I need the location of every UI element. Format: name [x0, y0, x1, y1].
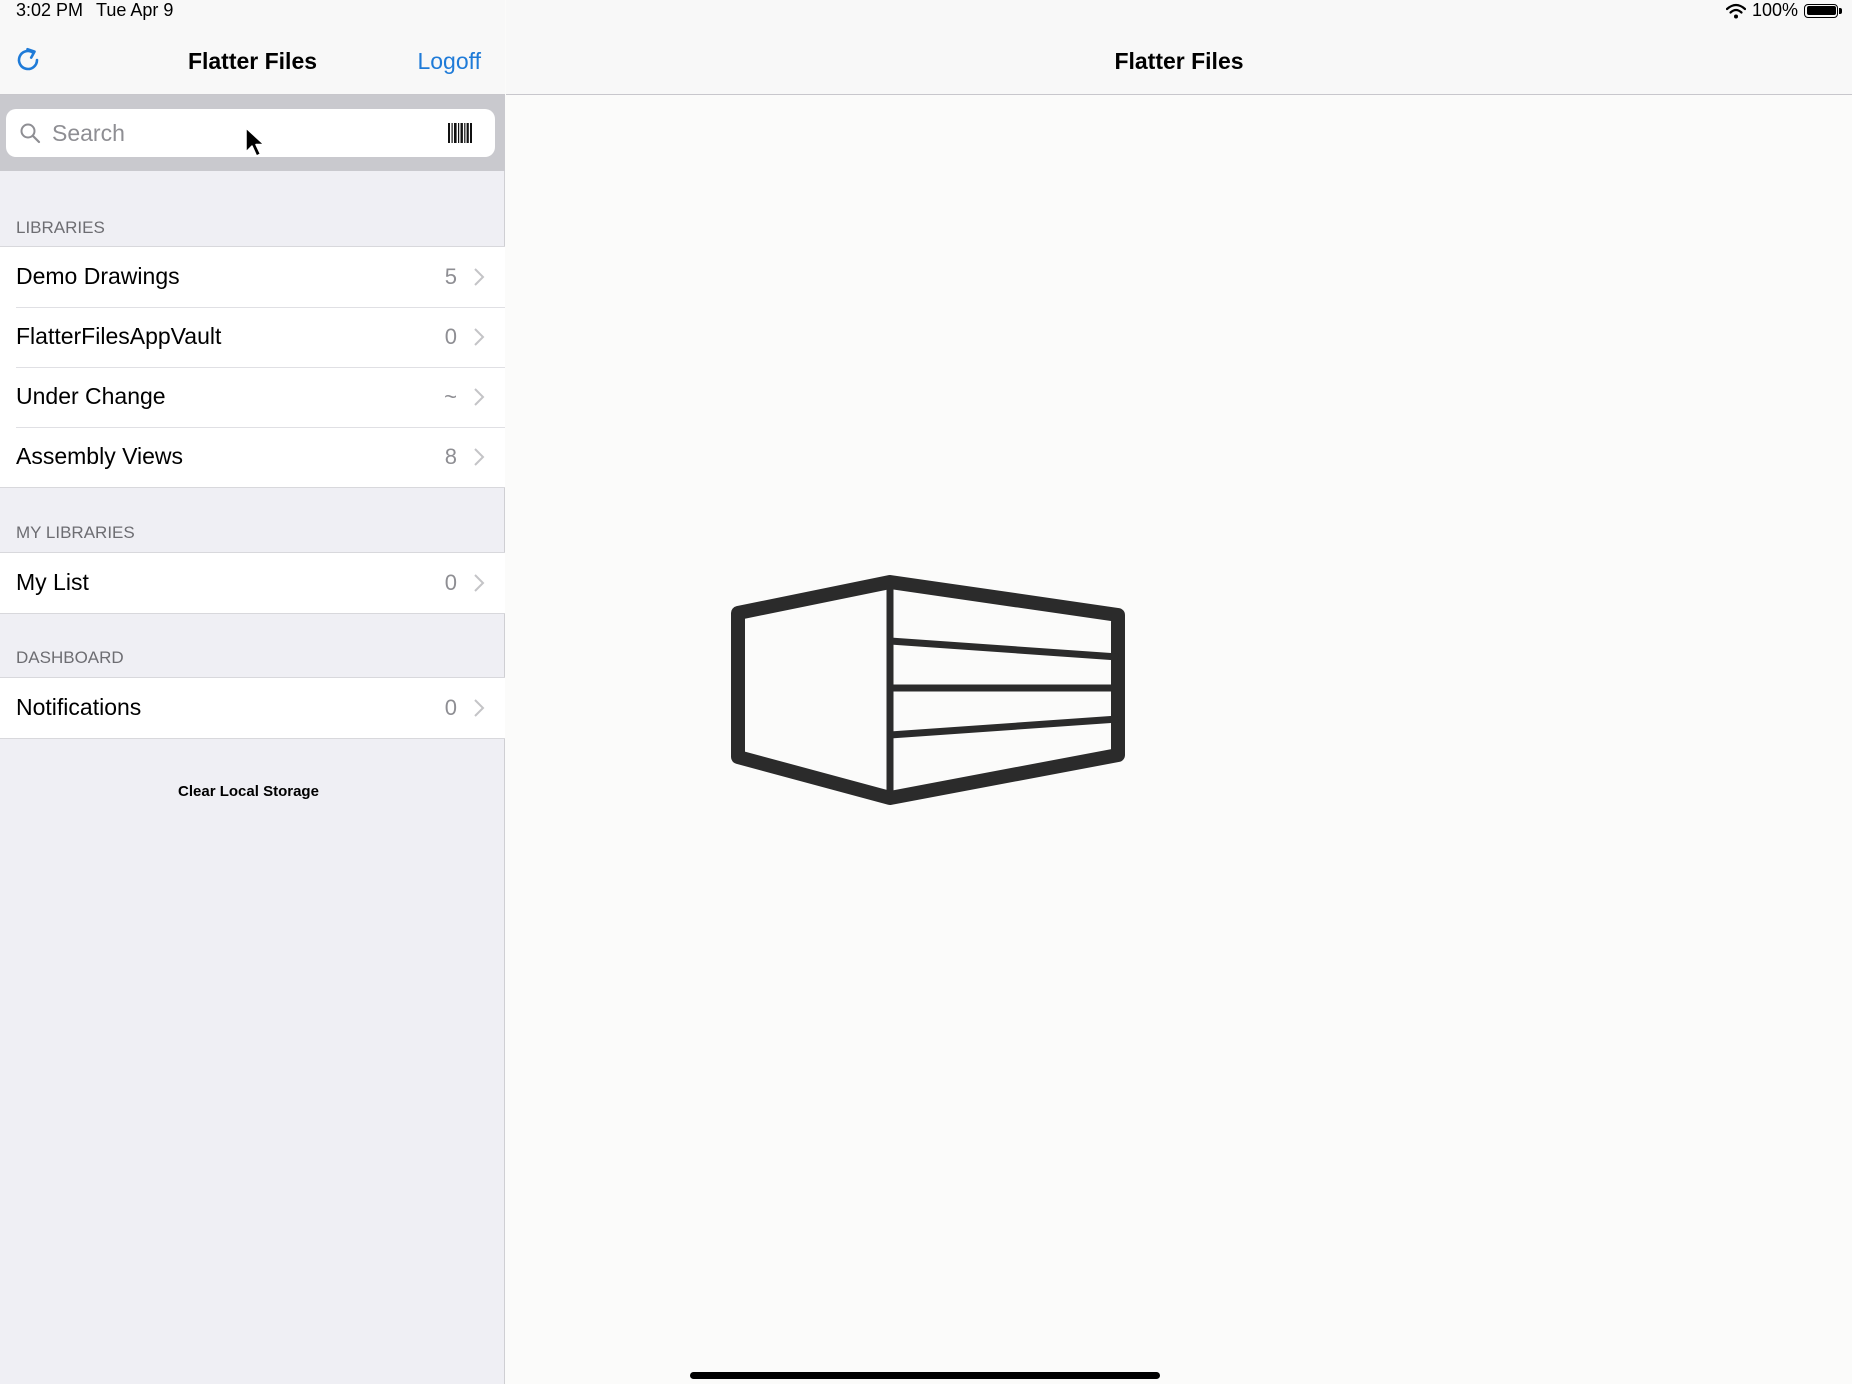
list-item-label: Under Change	[16, 383, 166, 409]
chevron-right-icon	[474, 388, 485, 406]
list-item-count: 8	[444, 444, 457, 469]
search-icon	[20, 123, 41, 144]
status-date: Tue Apr 9	[96, 0, 174, 20]
clear-local-storage-button[interactable]: Clear Local Storage	[0, 783, 497, 800]
mouse-cursor-icon	[245, 127, 265, 157]
status-indicators: 100%	[1725, 0, 1842, 21]
chevron-right-icon	[474, 328, 485, 346]
section-header-dashboard: DASHBOARD	[16, 648, 124, 667]
libraries-list: Demo Drawings 5 FlatterFilesAppVault 0 U…	[0, 246, 505, 488]
list-item-my-list[interactable]: My List 0	[0, 553, 505, 613]
status-bar: 3:02 PM Tue Apr 9 100%	[0, 0, 1852, 22]
wifi-icon	[1725, 3, 1746, 18]
chevron-right-icon	[474, 268, 485, 286]
master-pane: Flatter Files Logoff LIBRARIES	[0, 0, 505, 1384]
list-item-demo-drawings[interactable]: Demo Drawings 5	[0, 247, 505, 307]
chevron-right-icon	[474, 448, 485, 466]
section-header-my-libraries: MY LIBRARIES	[16, 523, 135, 542]
list-item-label: Demo Drawings	[16, 263, 180, 289]
list-item-label: FlatterFilesAppVault	[16, 323, 222, 349]
list-item-under-change[interactable]: Under Change ~	[0, 367, 505, 427]
home-indicator[interactable]	[690, 1372, 1160, 1379]
section-header-libraries: LIBRARIES	[16, 218, 105, 237]
list-item-notifications[interactable]: Notifications 0	[0, 678, 505, 738]
list-item-assembly-views[interactable]: Assembly Views 8	[0, 427, 505, 487]
dashboard-list: Notifications 0	[0, 677, 505, 739]
flatter-files-logo	[731, 575, 1125, 805]
chevron-right-icon	[474, 699, 485, 717]
list-item-count: ~	[444, 384, 457, 409]
list-item-count: 0	[444, 570, 457, 595]
list-item-count: 0	[444, 695, 457, 720]
logoff-button[interactable]: Logoff	[417, 48, 481, 75]
list-item-count: 5	[444, 264, 457, 289]
list-item-flatterfilesappvault[interactable]: FlatterFilesAppVault 0	[0, 307, 505, 367]
my-libraries-list: My List 0	[0, 552, 505, 614]
status-time: 3:02 PM	[16, 0, 84, 20]
list-item-label: My List	[16, 569, 89, 595]
list-item-label: Notifications	[16, 694, 142, 720]
list-item-count: 0	[444, 324, 457, 349]
battery-percent: 100%	[1751, 0, 1798, 20]
list-item-label: Assembly Views	[16, 443, 184, 469]
chevron-right-icon	[474, 574, 485, 592]
search-input[interactable]	[50, 117, 430, 149]
battery-icon	[1804, 3, 1842, 18]
barcode-icon[interactable]	[447, 122, 473, 144]
detail-title: Flatter Files	[1114, 48, 1244, 74]
